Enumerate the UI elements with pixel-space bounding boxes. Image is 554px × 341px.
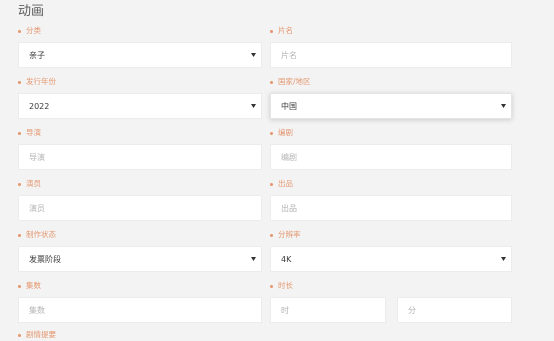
duration-label-text: 时长 — [278, 281, 293, 290]
required-dot-icon — [18, 131, 21, 135]
status-value: 发票阶段 — [29, 254, 61, 264]
episodes-label: 集数 — [18, 281, 41, 291]
writer-label-text: 编剧 — [278, 128, 293, 137]
category-value: 亲子 — [29, 50, 45, 60]
actors-input[interactable] — [18, 195, 262, 221]
required-dot-icon — [18, 29, 21, 33]
chevron-down-icon — [501, 104, 506, 108]
resolution-label-text: 分辨率 — [278, 230, 301, 239]
country-label: 国家/地区 — [270, 77, 311, 87]
country-select[interactable]: 中国 — [270, 93, 512, 119]
chevron-down-icon — [251, 53, 256, 57]
category-label: 分类 — [18, 26, 41, 36]
required-dot-icon — [270, 131, 273, 135]
status-label-text: 制作状态 — [26, 230, 56, 239]
actors-label: 演员 — [18, 179, 41, 189]
episodes-input[interactable] — [18, 297, 262, 323]
writer-label: 编剧 — [270, 128, 293, 138]
category-select[interactable]: 亲子 — [18, 42, 262, 68]
required-dot-icon — [270, 233, 273, 237]
required-dot-icon — [270, 182, 273, 186]
status-label: 制作状态 — [18, 230, 56, 240]
page-title: 动画 — [18, 4, 45, 19]
resolution-select[interactable]: 4K — [270, 246, 512, 272]
release-year-label-text: 发行年份 — [26, 77, 56, 86]
resolution-value: 4K — [281, 254, 292, 264]
required-dot-icon — [18, 182, 21, 186]
writer-input[interactable] — [270, 144, 512, 170]
country-value: 中国 — [281, 101, 297, 111]
film-title-label-text: 片名 — [278, 26, 293, 35]
film-title-input[interactable] — [270, 42, 512, 68]
episodes-label-text: 集数 — [26, 281, 41, 290]
chevron-down-icon — [251, 257, 256, 261]
director-input[interactable] — [18, 144, 262, 170]
release-year-label: 发行年份 — [18, 77, 56, 87]
director-label-text: 导演 — [26, 128, 41, 137]
producer-input[interactable] — [270, 195, 512, 221]
country-label-text: 国家/地区 — [278, 77, 311, 86]
producer-label-text: 出品 — [278, 179, 293, 188]
required-dot-icon — [18, 333, 21, 337]
required-dot-icon — [270, 284, 273, 288]
duration-hours-input[interactable] — [270, 297, 386, 323]
required-dot-icon — [18, 233, 21, 237]
release-year-value: 2022 — [29, 101, 50, 111]
synopsis-label: 剧情提要 — [18, 330, 56, 340]
actors-label-text: 演员 — [26, 179, 41, 188]
chevron-down-icon — [251, 104, 256, 108]
required-dot-icon — [18, 284, 21, 288]
release-year-select[interactable]: 2022 — [18, 93, 262, 119]
animation-form-page: 动画 分类 亲子 片名 发行年份 2022 国家/地区 中国 导演 编剧 — [0, 0, 554, 341]
required-dot-icon — [270, 80, 273, 84]
film-title-label: 片名 — [270, 26, 293, 36]
duration-minutes-input[interactable] — [397, 297, 512, 323]
chevron-down-icon — [501, 257, 506, 261]
director-label: 导演 — [18, 128, 41, 138]
required-dot-icon — [270, 29, 273, 33]
producer-label: 出品 — [270, 179, 293, 189]
synopsis-label-text: 剧情提要 — [26, 330, 56, 339]
status-select[interactable]: 发票阶段 — [18, 246, 262, 272]
category-label-text: 分类 — [26, 26, 41, 35]
duration-label: 时长 — [270, 281, 293, 291]
required-dot-icon — [18, 80, 21, 84]
resolution-label: 分辨率 — [270, 230, 301, 240]
